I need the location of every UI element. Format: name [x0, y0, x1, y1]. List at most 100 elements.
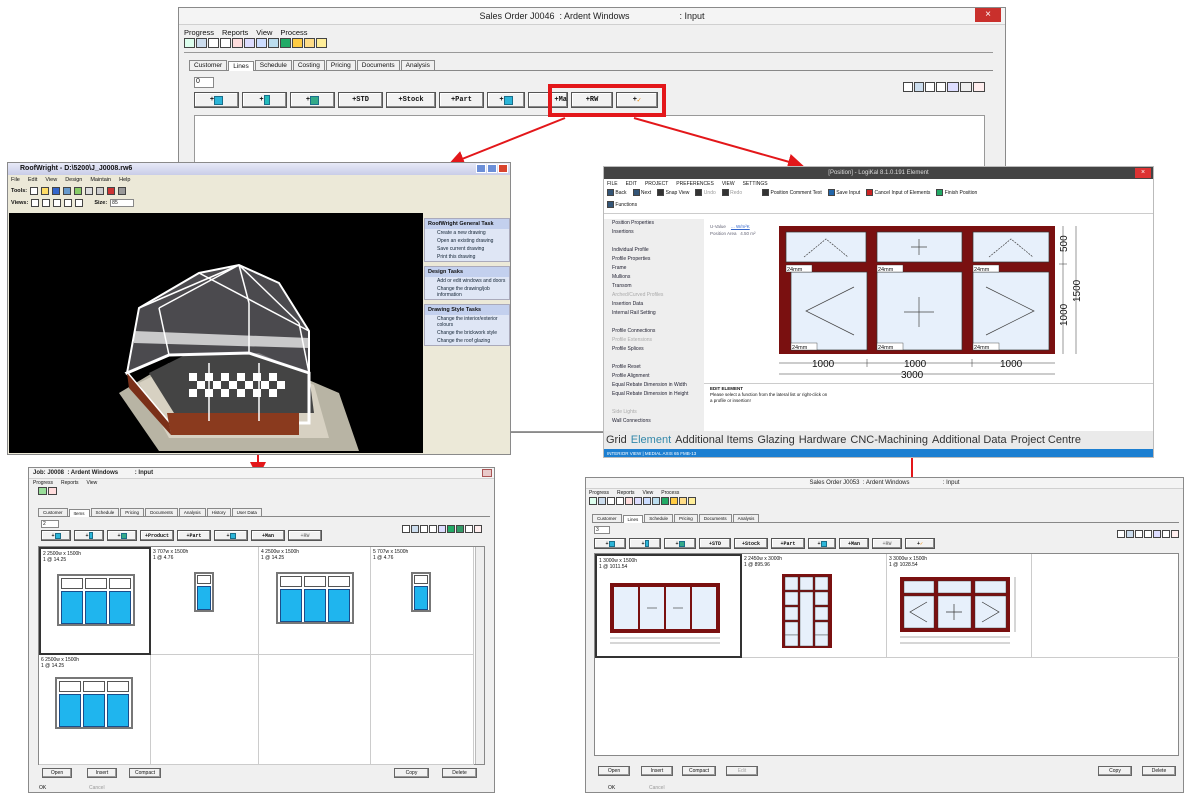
side-item[interactable]: Equal Rebate Dimension in Height [612, 390, 704, 399]
add-logikal-button[interactable]: + ✓ [905, 538, 935, 549]
add-window-button[interactable]: + [594, 538, 626, 549]
copy-button[interactable]: Copy [1098, 766, 1132, 776]
add-stock-button[interactable]: +Stock [734, 538, 768, 549]
tab-user-data[interactable]: User Data [231, 508, 262, 516]
menu-help[interactable]: Help [119, 177, 130, 183]
delete-button[interactable]: Delete [442, 768, 477, 778]
roofwright-3d-viewport[interactable] [9, 213, 423, 453]
add-part-button[interactable]: +Part [771, 538, 805, 549]
save-input-button[interactable]: Save Input [827, 189, 860, 196]
task-group-header[interactable]: RoofWright General Task [425, 219, 509, 229]
tool-icon[interactable] [41, 187, 50, 195]
toolbar-icon[interactable] [616, 497, 624, 505]
add-door-button[interactable]: + [629, 538, 661, 549]
cancel-button[interactable]: Cancel [649, 785, 665, 791]
functions-button[interactable]: Functions [607, 201, 637, 208]
tab-customer[interactable]: Customer [592, 514, 622, 522]
sum-icon[interactable] [1144, 530, 1152, 538]
toolbar-icon[interactable] [643, 497, 651, 505]
tab-element[interactable]: Element [631, 434, 671, 446]
side-item[interactable]: Position Properties [612, 219, 704, 228]
edit-button[interactable]: Edit [726, 766, 758, 776]
toolbar-icon[interactable] [625, 497, 633, 505]
toolbar-icon[interactable] [688, 497, 696, 505]
close-icon[interactable] [498, 164, 508, 173]
add-item-button[interactable]: + [214, 530, 248, 541]
menu-file[interactable]: File [11, 177, 20, 183]
tab-items[interactable]: Items [68, 509, 90, 517]
add-product-button[interactable]: +Product [140, 530, 174, 541]
toolbar-icon[interactable] [598, 497, 606, 505]
delete-button[interactable]: Delete [1142, 766, 1176, 776]
wip-icon[interactable] [1153, 530, 1161, 538]
side-item[interactable]: Profile Splices [612, 345, 704, 354]
side-item[interactable]: Insertion Data [612, 300, 704, 309]
side-item[interactable]: Arched/Curved Profiles [612, 291, 704, 300]
tab-customer[interactable]: Customer [38, 508, 68, 516]
task-change-brickwork[interactable]: Change the brickwork style [425, 329, 509, 337]
insert-button[interactable]: Insert [87, 768, 117, 778]
toolbar-icon[interactable] [661, 497, 669, 505]
task-print-drawing[interactable]: Print this drawing [425, 253, 509, 261]
tab-schedule[interactable]: Schedule [90, 508, 120, 516]
side-item[interactable]: Individual Profile [612, 246, 704, 255]
ok-button[interactable]: OK [39, 785, 46, 791]
query-icon[interactable] [465, 525, 473, 533]
menu-maintain[interactable]: Maintain [90, 177, 111, 183]
menu-view[interactable]: VIEW [722, 181, 735, 187]
compact-button[interactable]: Compact [129, 768, 161, 778]
cancel-input-button[interactable]: Cancel Input of Elements [866, 189, 930, 196]
position-comment-button[interactable]: Position Comment Text [762, 189, 822, 196]
add-std-button[interactable]: +STD [699, 538, 731, 549]
add-grid-button[interactable]: + [107, 530, 137, 541]
tab-analysis[interactable]: Analysis [178, 508, 206, 516]
tool-icon[interactable] [107, 187, 116, 195]
task-add-windows[interactable]: Add or edit windows and doors [425, 277, 509, 285]
split-icon[interactable] [1126, 530, 1134, 538]
side-item[interactable]: Mullions [612, 273, 704, 282]
menu-view[interactable]: View [87, 480, 98, 486]
cad-icon[interactable] [1171, 530, 1179, 538]
minimize-icon[interactable] [476, 164, 486, 173]
add-item-button[interactable]: + [808, 538, 836, 549]
side-item[interactable]: Frame [612, 264, 704, 273]
tab-lines[interactable]: Lines [622, 515, 644, 523]
tab-analysis[interactable]: Analysis [732, 514, 760, 522]
item-cell[interactable]: 5 707w x 1500h 1 @ 4.76 [371, 547, 474, 655]
line-cell[interactable]: 2 2450w x 3000h 1 @ 895.96 [742, 554, 887, 658]
view-icon[interactable] [53, 199, 62, 207]
menu-design[interactable]: Design [65, 177, 82, 183]
vertical-scrollbar[interactable] [475, 547, 484, 764]
menu-settings[interactable]: SETTINGS [743, 181, 768, 187]
list-icon[interactable] [1117, 530, 1125, 538]
finish-position-button[interactable]: Finish Position [936, 189, 977, 196]
tool-icon[interactable] [30, 187, 39, 195]
task-change-colours[interactable]: Change the interior/exterior colours [425, 315, 509, 329]
view-icon[interactable] [42, 199, 51, 207]
tool-icon[interactable] [118, 187, 127, 195]
side-item[interactable]: Profile Alignment [612, 372, 704, 381]
insert-button[interactable]: Insert [641, 766, 673, 776]
menu-progress[interactable]: Progress [33, 480, 53, 486]
task-change-job-info[interactable]: Change the drawing/job information [425, 285, 509, 299]
tab-documents[interactable]: Documents [698, 514, 732, 522]
open-button[interactable]: Open [598, 766, 630, 776]
view-icon[interactable] [75, 199, 84, 207]
redo-button[interactable]: Redo [721, 189, 742, 196]
item-cell[interactable]: 2 2500w x 1500h 1 @ 14.25 [39, 547, 151, 655]
add-grid-button[interactable]: + [664, 538, 696, 549]
toolbar-icon[interactable] [670, 497, 678, 505]
menu-project[interactable]: PROJECT [645, 181, 668, 187]
sum-icon[interactable] [429, 525, 437, 533]
line-number-field[interactable]: 3 [594, 526, 610, 534]
tab-additional-data[interactable]: Additional Data [932, 434, 1007, 446]
side-item[interactable]: Internal Rail Setting [612, 309, 704, 318]
tab-project-centre[interactable]: Project Centre [1011, 434, 1081, 446]
toolbar-icon[interactable] [652, 497, 660, 505]
tool-icon[interactable] [85, 187, 94, 195]
tab-documents[interactable]: Documents [145, 508, 178, 516]
undo-button[interactable]: Undo [695, 189, 716, 196]
tool-icon[interactable] [52, 187, 61, 195]
add-part-button[interactable]: +Part [177, 530, 211, 541]
add-window-button[interactable]: + [41, 530, 71, 541]
